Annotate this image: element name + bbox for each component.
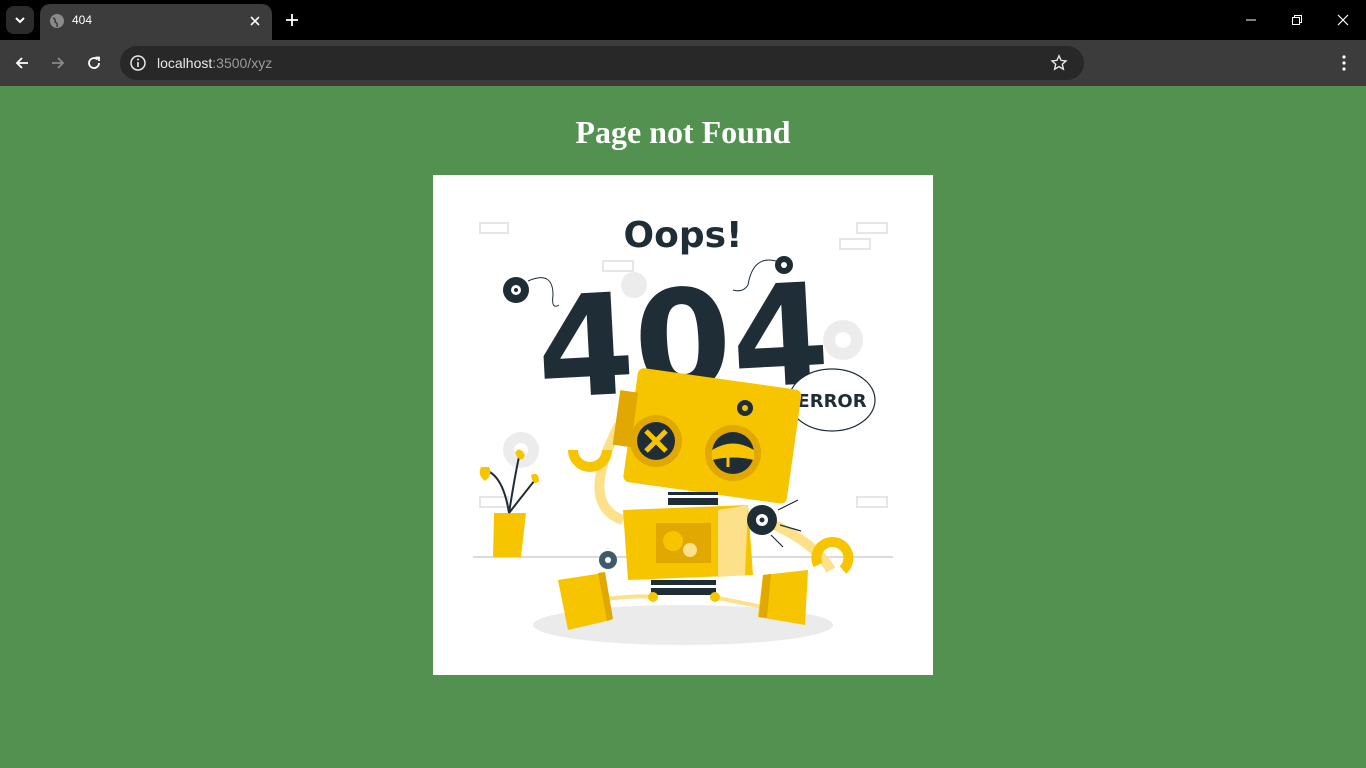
error-404-illustration: Oops! 404 ERROR <box>433 175 933 675</box>
browser-tab[interactable]: 404 <box>40 4 272 40</box>
page-title: Page not Found <box>575 114 791 150</box>
more-vertical-icon <box>1342 55 1346 71</box>
forward-button[interactable] <box>44 49 72 77</box>
gear-icon <box>503 277 529 303</box>
error-speech-bubble: ERROR <box>788 368 876 432</box>
url-path: :3500/xyz <box>212 55 273 71</box>
plus-icon <box>286 14 298 26</box>
tab-close-button[interactable] <box>246 12 264 30</box>
error-bubble-text: ERROR <box>797 391 866 412</box>
robot-404-image: Oops! 404 ERROR <box>473 215 893 645</box>
address-bar[interactable]: localhost:3500/xyz <box>120 46 1084 80</box>
reload-icon <box>88 56 100 69</box>
restore-button[interactable] <box>1274 0 1320 40</box>
arrow-left-icon <box>15 57 28 69</box>
info-icon[interactable] <box>129 54 147 72</box>
url-host: localhost <box>157 55 213 71</box>
back-button[interactable] <box>8 49 36 77</box>
chevron-down-icon <box>15 17 25 24</box>
star-icon[interactable] <box>1050 54 1068 72</box>
gear-icon <box>775 256 793 274</box>
reload-button[interactable] <box>80 49 108 77</box>
minimize-button[interactable] <box>1228 0 1274 40</box>
oops-text: Oops! <box>624 215 743 256</box>
tab-search-button[interactable] <box>6 6 34 34</box>
url-text[interactable]: localhost:3500/xyz <box>157 55 272 71</box>
close-icon <box>1337 14 1349 26</box>
browser-titlebar: 404 <box>0 0 1366 40</box>
browser-menu-button[interactable] <box>1332 51 1356 75</box>
tab-title: 404 <box>72 13 93 27</box>
restore-icon <box>1292 15 1302 25</box>
globe-icon <box>50 14 64 28</box>
arrow-right-icon <box>52 57 65 69</box>
page-content: Page not Found Oops! 404 ERROR <box>0 86 1366 768</box>
new-tab-button[interactable] <box>280 8 304 32</box>
plant-vase <box>479 449 539 557</box>
minimize-icon <box>1246 19 1256 21</box>
browser-toolbar: localhost:3500/xyz <box>0 40 1366 86</box>
close-icon <box>250 16 260 26</box>
close-window-button[interactable] <box>1320 0 1366 40</box>
